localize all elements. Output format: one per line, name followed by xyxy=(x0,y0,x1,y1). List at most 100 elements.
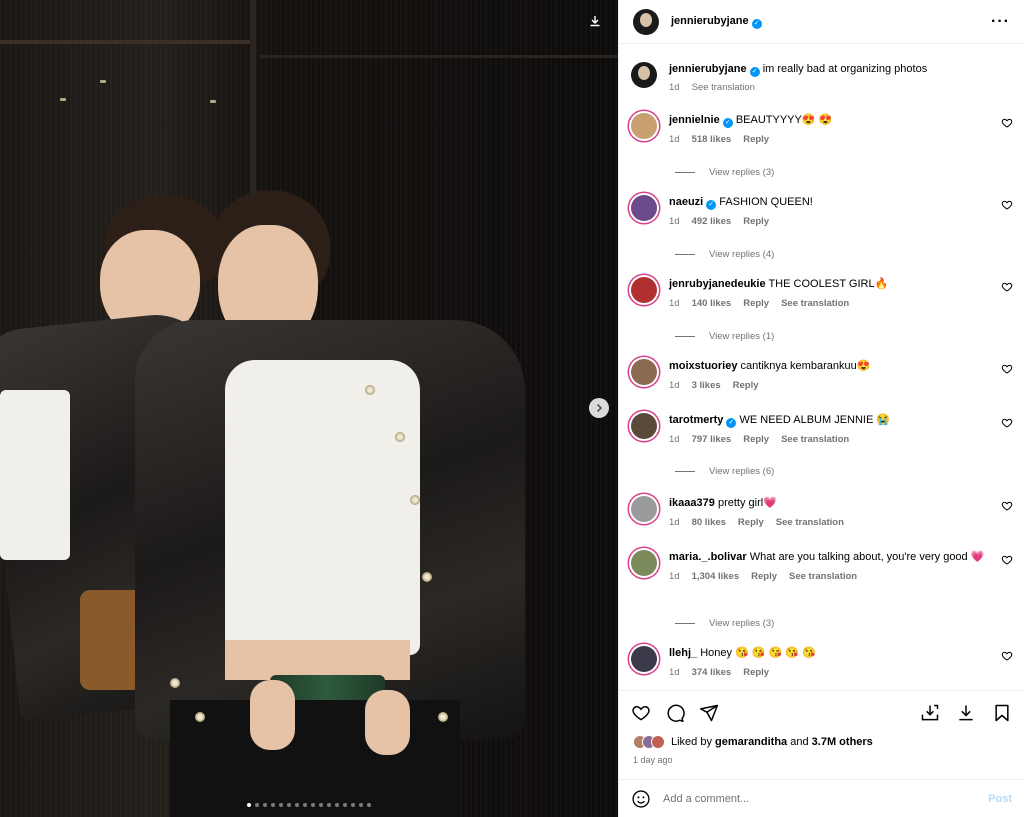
see-translation-link[interactable]: See translation xyxy=(692,82,755,93)
commenter-avatar[interactable] xyxy=(631,496,657,522)
next-slide-button[interactable] xyxy=(589,398,609,418)
comment-like-heart-icon[interactable] xyxy=(1001,500,1013,512)
emoji-icon[interactable] xyxy=(631,789,651,809)
reply-button[interactable]: Reply xyxy=(743,667,769,678)
download-button[interactable] xyxy=(584,10,606,32)
comment-likes[interactable]: 1,304 likes xyxy=(692,571,740,582)
comment-like-heart-icon[interactable] xyxy=(1001,199,1013,211)
commenter-username[interactable]: moixstuoriey xyxy=(669,360,737,372)
carousel-indicator xyxy=(0,803,618,807)
comment-time[interactable]: 1d xyxy=(669,517,680,528)
reply-button[interactable]: Reply xyxy=(743,434,769,445)
liked-by-user[interactable]: gemaranditha xyxy=(715,736,787,748)
commenter-avatar[interactable] xyxy=(631,646,657,672)
commenter-username[interactable]: jennielnie xyxy=(669,114,720,126)
author-avatar[interactable] xyxy=(631,62,657,88)
comment-like-heart-icon[interactable] xyxy=(1001,363,1013,375)
commenter-avatar[interactable] xyxy=(631,413,657,439)
author-avatar[interactable] xyxy=(633,8,659,35)
comment-text: BEAUTYYYY😍 😍 xyxy=(735,114,833,126)
comment-likes[interactable]: 492 likes xyxy=(692,216,732,227)
view-replies-button[interactable]: View replies (1) xyxy=(675,331,774,342)
comment-like-heart-icon[interactable] xyxy=(1001,417,1013,429)
commenter-avatar[interactable] xyxy=(631,359,657,385)
jacket-button xyxy=(195,712,205,722)
view-replies-button[interactable]: View replies (4) xyxy=(675,249,774,260)
commenter-username[interactable]: maria._.bolivar xyxy=(669,551,747,563)
liked-by-and: and xyxy=(790,736,809,748)
see-translation-link[interactable]: See translation xyxy=(776,517,844,528)
share-paper-plane-icon[interactable] xyxy=(699,703,719,723)
commenter-username[interactable]: tarotmerty xyxy=(669,414,723,426)
caption-username[interactable]: jennierubyjane xyxy=(669,63,747,75)
commenter-avatar[interactable] xyxy=(631,550,657,576)
replies-divider xyxy=(675,471,695,472)
commenter-username[interactable]: jenrubyjanedeukie xyxy=(669,278,766,290)
view-replies-label[interactable]: View replies (3) xyxy=(709,618,774,629)
comment-time[interactable]: 1d xyxy=(669,380,680,391)
comment-time[interactable]: 1d xyxy=(669,216,680,227)
comment-time[interactable]: 1d xyxy=(669,134,680,145)
author-username[interactable]: jennierubyjane ✓ xyxy=(671,15,762,29)
post-actions: Liked by gemaranditha and 3.7M others 1 … xyxy=(619,690,1024,765)
right-hand xyxy=(365,690,410,755)
comment-like-heart-icon[interactable] xyxy=(1001,281,1013,293)
comment-input[interactable] xyxy=(663,792,989,805)
comment-like-heart-icon[interactable] xyxy=(1001,554,1013,566)
post-button[interactable]: Post xyxy=(988,793,1012,805)
reply-button[interactable]: Reply xyxy=(743,298,769,309)
ceiling-light xyxy=(210,100,216,103)
reply-button[interactable]: Reply xyxy=(743,134,769,145)
comment-likes[interactable]: 374 likes xyxy=(692,667,732,678)
view-replies-button[interactable]: View replies (6) xyxy=(675,466,774,477)
view-replies-button[interactable]: View replies (3) xyxy=(675,618,774,629)
comment-bubble-icon[interactable] xyxy=(665,703,685,723)
commenter-username[interactable]: llehj_ xyxy=(669,647,697,659)
see-translation-link[interactable]: See translation xyxy=(781,434,849,445)
commenter-avatar[interactable] xyxy=(631,195,657,221)
reply-button[interactable]: Reply xyxy=(733,380,759,391)
comment-likes[interactable]: 140 likes xyxy=(692,298,732,309)
carousel-dot xyxy=(351,803,355,807)
commenter-avatar[interactable] xyxy=(631,113,657,139)
see-translation-link[interactable]: See translation xyxy=(789,571,857,582)
view-replies-button[interactable]: View replies (3) xyxy=(675,167,774,178)
comment-likes[interactable]: 518 likes xyxy=(692,134,732,145)
comments-list[interactable]: jennierubyjane ✓ im really bad at organiz… xyxy=(619,44,1024,689)
comment: moixstuoriey cantiknya kembarankuu😍 1d 3 l… xyxy=(631,359,1013,391)
author-username-text[interactable]: jennierubyjane xyxy=(671,15,749,27)
comment-like-heart-icon[interactable] xyxy=(1001,650,1013,662)
caption-time[interactable]: 1d xyxy=(669,82,680,93)
view-replies-label[interactable]: View replies (4) xyxy=(709,249,774,260)
replies-divider xyxy=(675,623,695,624)
comment-likes[interactable]: 80 likes xyxy=(692,517,726,528)
comment-time[interactable]: 1d xyxy=(669,434,680,445)
comment: llehj_ Honey 😘 😘 😘 😘 😘 1d 374 likes Reply xyxy=(631,646,1013,678)
more-options-icon[interactable]: ··· xyxy=(991,13,1010,31)
commenter-username[interactable]: naeuzi xyxy=(669,196,703,208)
reply-button[interactable]: Reply xyxy=(738,517,764,528)
comment-time[interactable]: 1d xyxy=(669,667,680,678)
save-to-collection-icon[interactable] xyxy=(920,703,940,723)
like-heart-icon[interactable] xyxy=(631,703,651,723)
comment-time[interactable]: 1d xyxy=(669,298,680,309)
comment-like-heart-icon[interactable] xyxy=(1001,117,1013,129)
view-replies-label[interactable]: View replies (6) xyxy=(709,466,774,477)
view-replies-label[interactable]: View replies (1) xyxy=(709,331,774,342)
bookmark-icon[interactable] xyxy=(992,703,1012,723)
comment-likes[interactable]: 797 likes xyxy=(692,434,732,445)
post-media[interactable] xyxy=(0,0,618,817)
add-comment-bar: Post xyxy=(619,779,1024,817)
view-replies-label[interactable]: View replies (3) xyxy=(709,167,774,178)
carousel-dot xyxy=(271,803,275,807)
liked-by-others[interactable]: 3.7M others xyxy=(812,736,873,748)
comment-likes[interactable]: 3 likes xyxy=(692,380,721,391)
see-translation-link[interactable]: See translation xyxy=(781,298,849,309)
download-icon[interactable] xyxy=(956,703,976,723)
reply-button[interactable]: Reply xyxy=(751,571,777,582)
commenter-username[interactable]: ikaaa379 xyxy=(669,497,715,509)
commenter-avatar[interactable] xyxy=(631,277,657,303)
reply-button[interactable]: Reply xyxy=(743,216,769,227)
comment-time[interactable]: 1d xyxy=(669,571,680,582)
post-time[interactable]: 1 day ago xyxy=(619,749,1024,765)
